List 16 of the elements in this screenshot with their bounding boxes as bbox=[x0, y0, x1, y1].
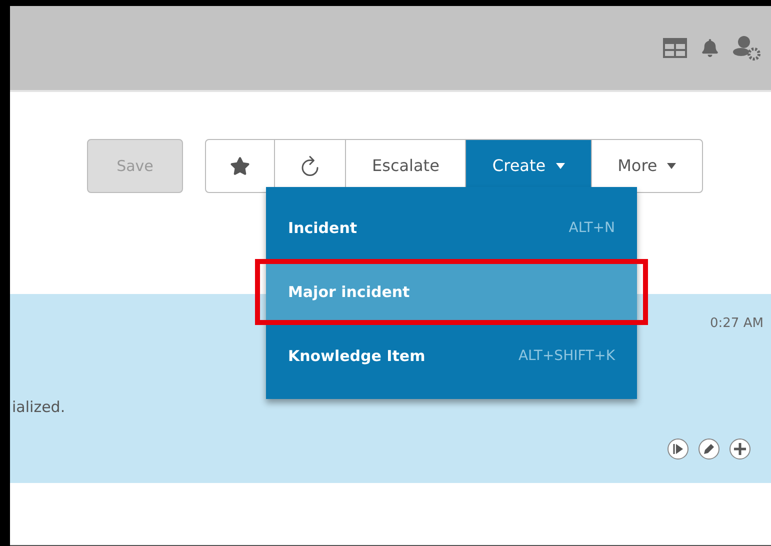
add-icon[interactable] bbox=[729, 438, 751, 460]
menu-item[interactable]: Knowledge Item ALT+SHIFT+K bbox=[266, 327, 637, 385]
entry-time: 0:27 AM bbox=[710, 316, 764, 331]
menu-item[interactable]: Major incident bbox=[266, 263, 637, 321]
caret-icon bbox=[667, 162, 676, 168]
play-flag-icon[interactable] bbox=[667, 438, 689, 460]
caret-icon bbox=[556, 162, 565, 168]
entry-text: ialized. bbox=[12, 398, 66, 416]
calendar-grid-icon[interactable] bbox=[663, 38, 687, 58]
shortcut-label: ALT+SHIFT+K bbox=[518, 348, 615, 364]
star-icon bbox=[230, 156, 250, 176]
edit-icon[interactable] bbox=[698, 438, 720, 460]
notification-bell-icon[interactable] bbox=[701, 39, 719, 57]
shortcut-label: ALT+N bbox=[568, 220, 615, 236]
menu-item[interactable]: Incident ALT+N bbox=[266, 199, 637, 257]
user-settings-icon[interactable] bbox=[733, 35, 761, 61]
